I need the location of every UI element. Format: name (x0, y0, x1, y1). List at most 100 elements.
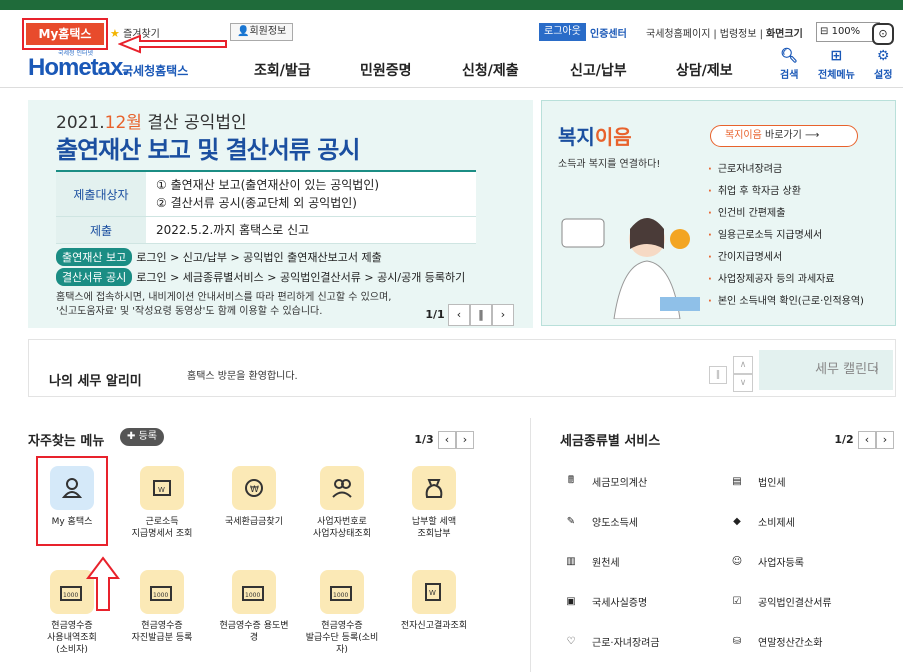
tile-tax-payment[interactable]: 납부할 세액 조회납부 (392, 466, 476, 540)
search-button[interactable]: 🔍︎ 검색 (780, 48, 798, 81)
welfare-item[interactable]: 취업 후 학자금 상환 (708, 181, 864, 203)
nav-item-consult[interactable]: 상담/제보 (676, 60, 733, 80)
freq-pager: 1/3 ‹ › (410, 431, 474, 449)
svg-text:1000: 1000 (333, 592, 348, 599)
utility-bar: My홈택스 ★ 즐겨찾기 👤회원정보 로그아웃 인증센터 국세청홈페이지 | 법령정… (0, 10, 903, 54)
nts-homepage-link[interactable]: 국세청홈페이지 (643, 29, 713, 40)
banner-tag-disclosure: 결산서류 공시 로그인 > 세금종류별서비스 > 공익법인결산서류 > 공시/공개… (56, 268, 465, 286)
main-banner[interactable]: 2021.12월 결산 공익법인 출연재산 보고 및 결산서류 공시 제출대상자… (28, 100, 533, 328)
building-icon: ▤ (732, 475, 742, 487)
tax-item-nonprofit[interactable]: ☑ 공익법인결산서류 (726, 590, 832, 612)
next-icon[interactable]: › (456, 431, 474, 449)
welfare-item[interactable]: 일용근로소득 지급명세서 (708, 225, 864, 247)
notice-message: 홈택스 방문을 환영합니다. (187, 371, 298, 382)
tile-earned-income[interactable]: W 근로소득 지급명세서 조회 (120, 466, 204, 540)
member-info-label: 회원정보 (249, 26, 287, 37)
tile-cash-receipt-method[interactable]: 1000 현금영수증 발급수단 등록(소비 자) (300, 570, 384, 656)
freq-page-count: 1/3 (414, 433, 434, 446)
tax-item-transfer[interactable]: ✎ 양도소득세 (560, 510, 638, 532)
tax-item-year-end[interactable]: ⛁ 연말정산간소화 (726, 630, 823, 652)
welfare-item[interactable]: 간이지급명세서 (708, 247, 864, 269)
grid-icon: ⊞ (830, 48, 843, 64)
search-icon: 🔍︎ (780, 48, 799, 64)
clipboard-icon: ☑ (732, 595, 742, 607)
svg-text:1000: 1000 (153, 592, 168, 599)
tax-item-certificate[interactable]: ▣ 국세사실증명 (560, 590, 647, 612)
person-icon (50, 466, 94, 510)
settings-label: 설정 (874, 70, 893, 81)
tile-cash-receipt-purpose[interactable]: 1000 현금영수증 용도변 경 (212, 570, 296, 644)
next-icon[interactable]: › (492, 304, 514, 326)
chevron-down-icon[interactable]: ∨ (733, 374, 753, 392)
file-icon: ▣ (566, 595, 576, 607)
tax-notice-bar: 나의 세무 알리미 홈택스 방문을 환영합니다. ‖ ∧ ∨ 세무 캘린더 › (28, 339, 896, 397)
welfare-list: 근로자녀장려금 취업 후 학자금 상환 인건비 간편제출 일용근로소득 지급명세… (708, 159, 864, 313)
up-arrow-annotation-icon (86, 556, 120, 611)
zoom-value: 100% (831, 26, 861, 37)
settings-button[interactable]: ⚙ 설정 (874, 48, 892, 81)
tile-e-filing-result[interactable]: W 전자신고결과조회 (392, 570, 476, 632)
nav-item-apply[interactable]: 신청/제출 (462, 60, 519, 80)
freq-menu-title: 자주찾는 메뉴 (28, 434, 105, 449)
heart-icon: ♡ (566, 635, 576, 647)
welfare-subtitle: 소득과 복지를 연결하다! (558, 159, 661, 170)
cert-center-link[interactable]: 인증센터 (590, 25, 627, 40)
welfare-item[interactable]: 근로자녀장려금 (708, 159, 864, 181)
tax-item-corporate[interactable]: ▤ 법인세 (726, 470, 785, 492)
prev-icon[interactable]: ‹ (858, 431, 876, 449)
nav-item-report[interactable]: 신고/납부 (570, 60, 627, 80)
nav-item-certificate[interactable]: 민원증명 (360, 60, 412, 80)
logout-button[interactable]: 로그아웃 (539, 23, 586, 41)
tile-my-hometax[interactable]: My 홈택스 (30, 466, 114, 528)
svg-text:W: W (158, 486, 165, 494)
prev-icon[interactable]: ‹ (438, 431, 456, 449)
welfare-item[interactable]: 사업장제공자 등의 과세자료 (708, 269, 864, 291)
freq-add-button[interactable]: ✚ 등록 (120, 428, 164, 446)
tile-refund-search[interactable]: ₩ 국세환급금찾기 (212, 466, 296, 528)
law-info-link[interactable]: 법령정보 (717, 29, 760, 40)
tax-page-count: 1/2 (834, 433, 854, 446)
tax-item-business-reg[interactable]: ☺ 사업자등록 (726, 550, 804, 572)
ledger-icon: ▥ (566, 555, 576, 567)
svg-text:1000: 1000 (245, 592, 260, 599)
welfare-item[interactable]: 본인 소득내역 확인(근로·인적용역) (708, 291, 864, 313)
tax-pager: 1/2 ‹ › (830, 431, 894, 449)
tax-item-withholding[interactable]: ▥ 원천세 (560, 550, 619, 572)
hometax-logo[interactable]: 국세청 인터넷 Hometax. 국세청홈택스 (28, 48, 218, 84)
chevron-up-icon[interactable]: ∧ (733, 356, 753, 374)
tile-business-status[interactable]: 사업자번호로 사업자상태조회 (300, 466, 384, 540)
pause-icon[interactable]: ‖ (709, 366, 727, 384)
nav-item-inquiry[interactable]: 조회/발급 (254, 60, 311, 80)
screen-size-label: 화면크기 (765, 29, 803, 40)
edit-document-icon: ✎ (566, 515, 576, 527)
svg-text:W: W (429, 589, 436, 597)
pause-icon[interactable]: ‖ (470, 304, 492, 326)
banner-note: 홈택스에 접속하시면, 내비게이션 안내서비스를 따라 편리하게 신고할 수 있… (56, 292, 392, 317)
gear-icon: ⚙ (876, 48, 890, 64)
section-divider (530, 418, 531, 672)
plus-icon: ✚ (127, 431, 136, 442)
all-menu-button[interactable]: ⊞ 전체메뉴 (818, 48, 855, 81)
welfare-title: 복지이음 (558, 125, 632, 149)
receipt-icon: 1000 (320, 570, 364, 614)
tax-item-consumption[interactable]: ◆ 소비제세 (726, 510, 795, 532)
calculator-icon: 🖩 (568, 474, 574, 486)
welfare-item[interactable]: 인건비 간편제출 (708, 203, 864, 225)
tile-cash-receipt-self[interactable]: 1000 현금영수증 자진발급분 등록 (120, 570, 204, 644)
tax-item-simulation[interactable]: 🖩 세금모의계산 (560, 470, 647, 492)
tax-item-earned-credit[interactable]: ♡ 근로·자녀장려금 (560, 630, 660, 652)
chevron-right-icon: › (873, 362, 879, 377)
minus-icon: ⊟ (820, 26, 829, 37)
main-nav: 국세청 인터넷 Hometax. 국세청홈택스 조회/발급 민원증명 신청/제출… (0, 42, 903, 88)
all-menu-label: 전체메뉴 (818, 70, 855, 81)
notice-title: 나의 세무 알리미 (49, 374, 142, 389)
zoom-select[interactable]: ⊟ 100% (816, 22, 880, 42)
member-info-button[interactable]: 👤회원정보 (230, 23, 294, 41)
tax-calendar-button[interactable]: 세무 캘린더 › (759, 350, 893, 390)
welfare-go-button[interactable]: 복지이음 바로가기 ⟶ (710, 125, 858, 147)
search-label: 검색 (780, 70, 799, 81)
next-icon[interactable]: › (876, 431, 894, 449)
prev-icon[interactable]: ‹ (448, 304, 470, 326)
receipt-icon: 1000 (140, 570, 184, 614)
banner-table: 제출대상자 ① 출연재산 보고(출연재산이 있는 공익법인) ② 결산서류 공시(… (56, 170, 476, 244)
